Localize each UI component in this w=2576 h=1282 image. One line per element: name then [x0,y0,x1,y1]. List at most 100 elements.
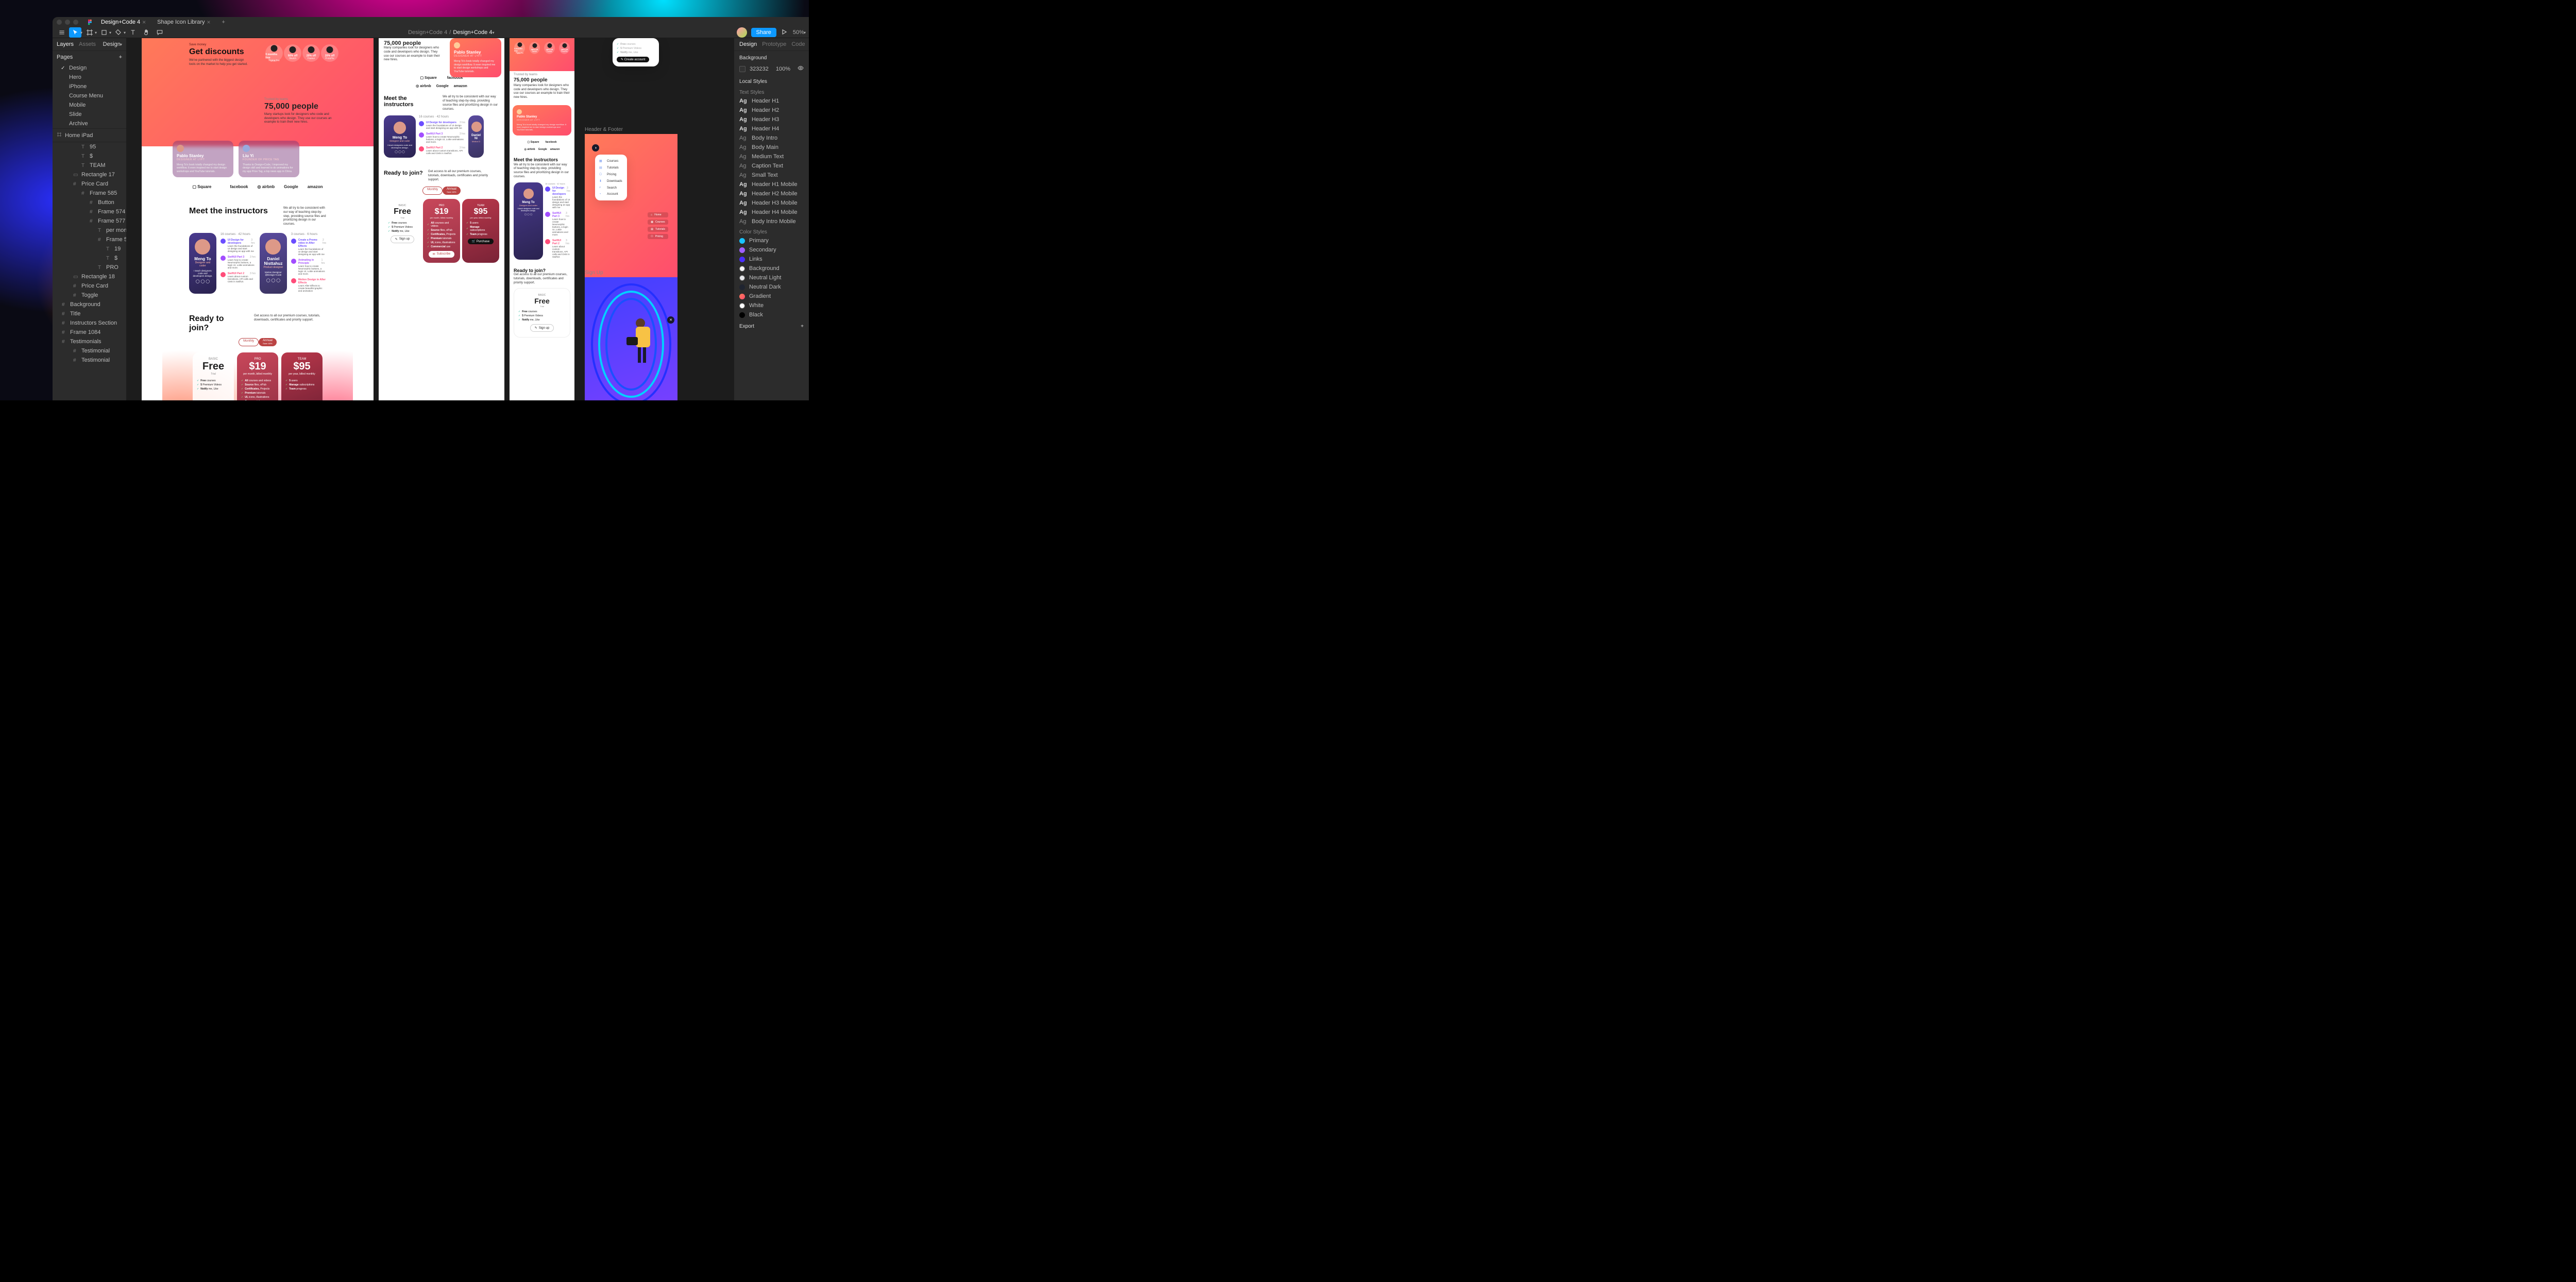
layer-row[interactable]: #Button [53,198,126,207]
text-style-item[interactable]: AgBody Intro Mobile [734,217,809,226]
chevron-down-icon[interactable]: ▾ [80,30,82,35]
menu-popup-item[interactable]: ⎔Pricing [596,171,626,178]
minimize-window-icon[interactable] [65,20,70,25]
layer-row[interactable]: T95 [53,142,126,151]
purchase-button[interactable]: 🛒 Purchase [468,239,494,244]
color-style-item[interactable]: Secondary [734,245,809,255]
figma-logo-icon[interactable] [87,19,94,26]
page-item[interactable]: Course Menu [53,91,126,100]
frame-label[interactable]: Sign Up [585,270,603,276]
close-window-icon[interactable] [57,20,62,25]
layer-row[interactable]: Tper month, ... [53,226,126,235]
create-account-button[interactable]: ✎ Create account [617,57,649,62]
chevron-down-icon[interactable]: ▾ [95,30,97,35]
canvas-frame-mobile[interactable]: 3 months freeFigma Pro50% offSketch20% o… [510,38,574,400]
layer-row[interactable]: TTEAM [53,161,126,170]
page-item[interactable]: Slide [53,110,126,119]
text-tool[interactable] [127,27,139,38]
color-style-item[interactable]: Primary [734,236,809,245]
color-style-item[interactable]: Black [734,310,809,319]
layer-row[interactable]: T19 [53,244,126,254]
add-export-button[interactable]: + [801,324,804,329]
comment-tool[interactable] [154,27,166,38]
nav-item[interactable]: ▤Tutorials [648,227,668,232]
page-item[interactable]: Mobile [53,100,126,110]
layer-row[interactable]: #Frame 574 [53,207,126,216]
tab-prototype[interactable]: Prototype [762,41,786,47]
move-tool[interactable] [69,27,81,38]
tab-shape-icon-lib[interactable]: Shape Icon Library × [153,17,214,27]
chevron-down-icon[interactable]: ▾ [492,30,494,35]
text-style-item[interactable]: AgMedium Text [734,152,809,161]
page-item[interactable]: Hero [53,73,126,82]
color-style-item[interactable]: Links [734,255,809,264]
zoom-window-icon[interactable] [73,20,78,25]
text-style-item[interactable]: AgBody Main [734,143,809,152]
tab-design[interactable]: Design [739,41,757,47]
bg-opacity[interactable]: 100% [776,66,790,72]
tab-design-code[interactable]: Design+Code 4 × [97,17,150,27]
layer-row[interactable]: #Price Card [53,179,126,189]
layer-row[interactable]: #Frame 577 [53,216,126,226]
canvas[interactable]: Save money Get discounts We've partnered… [126,38,734,400]
present-button[interactable] [781,28,789,37]
hand-tool[interactable] [140,27,152,38]
toggle-monthly[interactable]: Monthly [422,187,443,195]
add-page-button[interactable]: + [119,54,122,60]
layer-row[interactable]: #Instructors Section [53,318,126,328]
frame-name[interactable]: Home iPad [65,132,93,139]
chevron-down-icon[interactable]: ▾ [124,30,126,35]
main-menu-button[interactable] [56,27,68,38]
color-style-item[interactable]: Neutral Light [734,273,809,282]
layer-row[interactable]: T$ [53,254,126,263]
canvas-frame-signup[interactable]: ✕ [585,277,677,400]
new-tab-button[interactable]: + [218,19,229,25]
layer-row[interactable]: #Price Card [53,281,126,291]
layer-row[interactable]: #Frame 576 [53,235,126,244]
nav-item[interactable]: ⎔Pricing [648,234,668,239]
text-style-item[interactable]: AgHeader H3 [734,115,809,124]
visibility-toggle-icon[interactable] [798,65,804,73]
frame-label[interactable]: Header & Footer [585,127,623,132]
layer-row[interactable]: #Toggle [53,291,126,300]
menu-popup-item[interactable]: ◔Account [596,191,626,197]
subscribe-button[interactable]: ✉ Subscribe [429,251,455,258]
tab-close-icon[interactable]: × [207,19,211,26]
close-icon[interactable]: ✕ [667,316,674,324]
text-style-item[interactable]: AgSmall Text [734,171,809,180]
color-style-item[interactable]: Background [734,264,809,273]
layer-row[interactable]: #Testimonial [53,346,126,356]
menu-popup-item[interactable]: ▤Tutorials [596,164,626,171]
signup-button[interactable]: ✎ Sign up [391,235,414,243]
menu-popup-item[interactable]: ⬇Downloads [596,178,626,184]
pen-tool[interactable] [112,27,125,38]
text-style-item[interactable]: AgHeader H4 [734,124,809,133]
text-style-item[interactable]: AgHeader H1 [734,96,809,106]
nav-item[interactable]: ▦Courses [648,220,668,225]
share-button[interactable]: Share [751,28,776,37]
layer-row[interactable]: T$ [53,151,126,161]
tab-close-icon[interactable]: × [142,19,146,26]
layer-row[interactable]: #Background [53,300,126,309]
text-style-item[interactable]: AgHeader H2 [734,106,809,115]
tab-assets[interactable]: Assets [79,41,96,47]
layer-row[interactable]: #Testimonial [53,356,126,365]
canvas-frame-header-footer[interactable]: ▦Courses▤Tutorials⎔Pricing⬇Downloads⌕Sea… [585,134,677,278]
page-item[interactable]: iPhone [53,82,126,91]
signup-button[interactable]: ✎ Sign up [530,324,554,332]
menu-popup-item[interactable]: ⌕Search [596,184,626,191]
tab-layers[interactable]: Layers [57,41,74,47]
layer-row[interactable]: ▭Rectangle 17 [53,170,126,179]
canvas-frame-tablet[interactable]: 75,000 people Many companies look for de… [379,38,504,400]
text-style-item[interactable]: AgHeader H3 Mobile [734,198,809,208]
color-style-item[interactable]: Gradient [734,292,809,301]
text-style-item[interactable]: AgHeader H2 Mobile [734,189,809,198]
layer-row[interactable]: #Testimonials [53,337,126,346]
text-style-item[interactable]: AgCaption Text [734,161,809,171]
tab-code[interactable]: Code [791,41,805,47]
bg-swatch[interactable] [739,66,745,72]
chevron-down-icon[interactable]: ▾ [109,30,111,35]
window-controls[interactable] [57,20,78,25]
bg-hex[interactable]: 323232 [750,66,769,72]
layer-row[interactable]: ▭Rectangle 18 [53,272,126,281]
